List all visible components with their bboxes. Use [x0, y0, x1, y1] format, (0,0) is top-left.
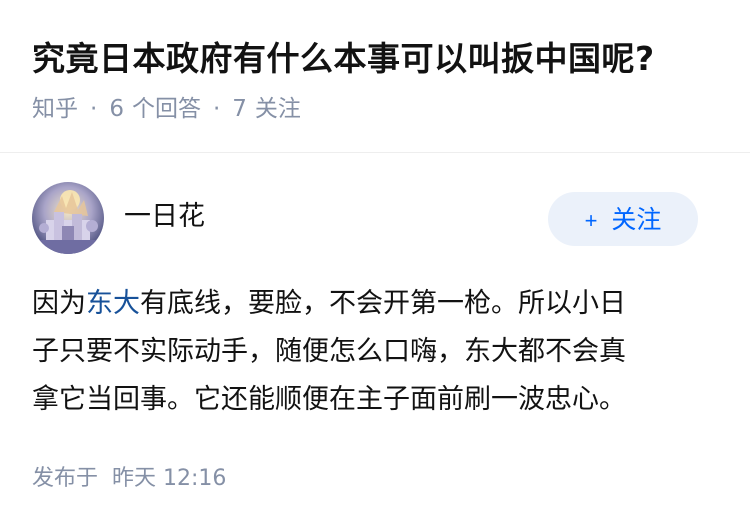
- answer-count[interactable]: 6: [109, 96, 124, 122]
- source-label[interactable]: 知乎: [32, 96, 78, 122]
- avatar[interactable]: [32, 182, 104, 254]
- answer-time: 发布于 昨天 12:16: [32, 462, 226, 496]
- published-time: 昨天 12:16: [112, 466, 227, 491]
- meta-separator: ·: [90, 96, 98, 122]
- question-meta: 知乎 · 6 个回答 · 7 关注: [32, 92, 301, 126]
- answer-text: 有底线，要脸，不会开第一枪。所以小日: [140, 288, 626, 319]
- answer-content: 因为东大有底线，要脸，不会开第一枪。所以小日 子只要不实际动手，随便怎么口嗨，东…: [32, 280, 712, 424]
- avatar-image: [32, 182, 104, 254]
- follow-button[interactable]: + 关注: [548, 192, 698, 246]
- answer-author: 一日花 + 关注: [32, 182, 722, 254]
- answer-count-label[interactable]: 个回答: [132, 96, 201, 122]
- author-name[interactable]: 一日花: [124, 198, 205, 236]
- answer-line: 因为东大有底线，要脸，不会开第一枪。所以小日: [32, 280, 712, 328]
- question-title[interactable]: 究竟日本政府有什么本事可以叫扳中国呢?: [32, 36, 732, 82]
- plus-icon: +: [584, 208, 598, 233]
- answer-line: 拿它当回事。它还能顺便在主子面前刷一波忠心。: [32, 384, 626, 415]
- meta-separator: ·: [212, 96, 221, 122]
- follow-button-label: 关注: [611, 206, 662, 234]
- follow-count-label[interactable]: 关注: [255, 96, 301, 122]
- answer-link[interactable]: 东大: [86, 288, 140, 319]
- question-header: 究竟日本政府有什么本事可以叫扳中国呢? 知乎 · 6 个回答 · 7 关注: [0, 0, 750, 153]
- published-label: 发布于: [32, 466, 99, 491]
- answer-line: 子只要不实际动手，随便怎么口嗨，东大都不会真: [32, 336, 626, 367]
- follow-count[interactable]: 7: [232, 96, 247, 122]
- answer-text: 因为: [32, 288, 86, 319]
